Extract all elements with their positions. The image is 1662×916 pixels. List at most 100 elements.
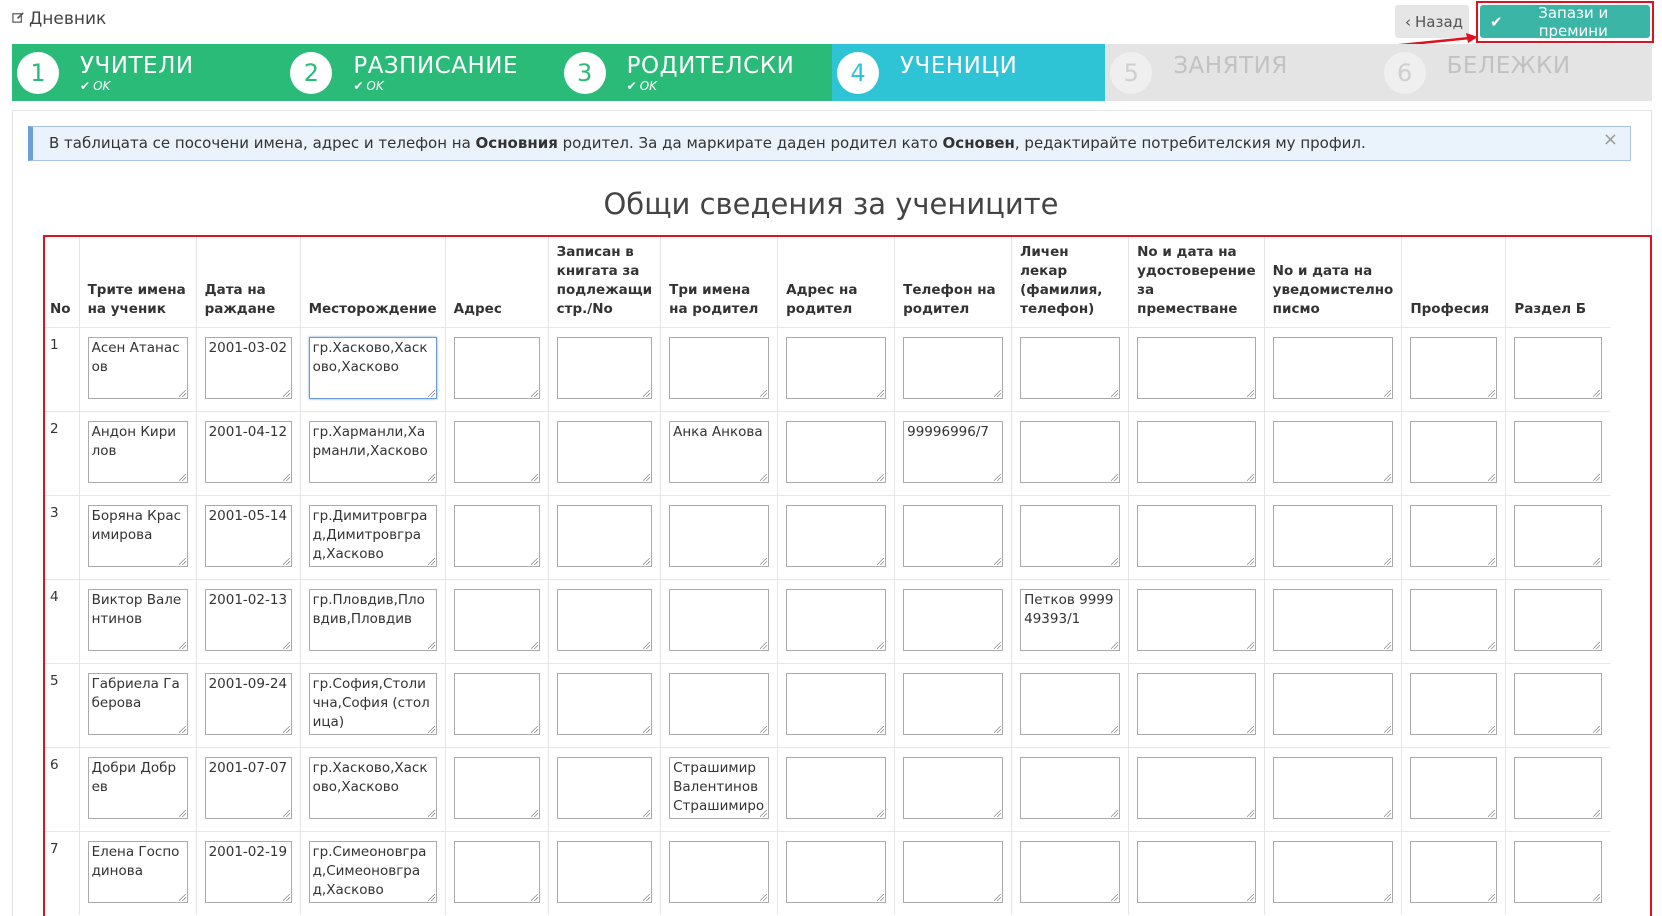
- cell-textarea[interactable]: [669, 840, 770, 903]
- cell-textarea[interactable]: гр.Харманли,Харманли,Хасково: [308, 420, 437, 483]
- cell-textarea[interactable]: [1137, 336, 1256, 399]
- cell-textarea[interactable]: [556, 588, 653, 651]
- close-icon[interactable]: ×: [1603, 129, 1618, 150]
- cell-textarea[interactable]: [1410, 420, 1498, 483]
- cell-textarea[interactable]: [1514, 756, 1602, 819]
- cell-textarea[interactable]: [786, 840, 887, 903]
- cell-textarea[interactable]: [1137, 756, 1256, 819]
- cell-textarea[interactable]: [1514, 588, 1602, 651]
- cell-textarea[interactable]: гр.Хасково,Хасково,Хасково: [308, 336, 437, 399]
- cell-textarea[interactable]: [453, 672, 540, 735]
- cell-textarea[interactable]: [556, 504, 653, 567]
- cell-textarea[interactable]: [1020, 756, 1121, 819]
- cell-textarea[interactable]: Анка Анкова: [669, 420, 770, 483]
- cell-textarea[interactable]: [1020, 840, 1121, 903]
- cell-textarea[interactable]: [1514, 504, 1602, 567]
- cell-textarea[interactable]: [556, 420, 653, 483]
- cell-textarea[interactable]: [903, 756, 1004, 819]
- cell-textarea[interactable]: [556, 840, 653, 903]
- wizard-step-students[interactable]: 4 УЧЕНИЦИ: [831, 44, 1106, 101]
- cell-textarea[interactable]: [1137, 504, 1256, 567]
- cell-textarea[interactable]: [1272, 420, 1394, 483]
- cell-textarea[interactable]: Добри Добрев: [87, 756, 188, 819]
- cell-textarea[interactable]: гр.Пловдив,Пловдив,Пловдив: [308, 588, 437, 651]
- cell-textarea[interactable]: [1514, 840, 1602, 903]
- cell-textarea[interactable]: Боряна Красимирова: [87, 504, 188, 567]
- cell-textarea[interactable]: [1514, 420, 1602, 483]
- cell-textarea[interactable]: [1272, 588, 1394, 651]
- cell-textarea[interactable]: [903, 672, 1004, 735]
- cell-textarea[interactable]: [1020, 420, 1121, 483]
- cell-textarea[interactable]: [453, 420, 540, 483]
- cell-textarea[interactable]: [669, 672, 770, 735]
- cell-textarea[interactable]: [1272, 504, 1394, 567]
- wizard-step-grades[interactable]: 6 БЕЛЕЖКИ: [1378, 44, 1652, 101]
- cell-textarea[interactable]: [1272, 672, 1394, 735]
- cell-textarea[interactable]: 2001-03-02: [204, 336, 292, 399]
- cell-textarea[interactable]: [556, 756, 653, 819]
- save-and-continue-button[interactable]: ✔ Запази и премини: [1480, 4, 1650, 40]
- cell-textarea[interactable]: [1272, 840, 1394, 903]
- cell-textarea[interactable]: 2001-02-19: [204, 840, 292, 903]
- back-button[interactable]: ‹ Назад: [1395, 5, 1469, 38]
- cell-textarea[interactable]: 2001-09-24: [204, 672, 292, 735]
- cell-textarea[interactable]: 2001-07-07: [204, 756, 292, 819]
- cell-textarea[interactable]: [669, 504, 770, 567]
- cell-textarea[interactable]: [786, 672, 887, 735]
- cell-textarea[interactable]: Петков 999949393/1: [1020, 588, 1121, 651]
- cell-textarea[interactable]: [1137, 588, 1256, 651]
- cell-textarea[interactable]: [1272, 756, 1394, 819]
- cell-textarea[interactable]: [556, 672, 653, 735]
- cell-textarea[interactable]: Андон Кирилов: [87, 420, 188, 483]
- cell-textarea[interactable]: [453, 840, 540, 903]
- cell-textarea[interactable]: Виктор Валентинов: [87, 588, 188, 651]
- cell-textarea[interactable]: [1410, 588, 1498, 651]
- cell-textarea[interactable]: гр.Хасково,Хасково,Хасково: [308, 756, 437, 819]
- cell-textarea[interactable]: [903, 840, 1004, 903]
- cell-textarea[interactable]: [786, 420, 887, 483]
- cell-textarea[interactable]: [453, 756, 540, 819]
- cell-textarea[interactable]: [1020, 336, 1121, 399]
- cell-textarea[interactable]: [1020, 504, 1121, 567]
- cell-textarea[interactable]: [1137, 420, 1256, 483]
- cell-textarea[interactable]: [669, 588, 770, 651]
- cell-textarea[interactable]: [1410, 672, 1498, 735]
- cell-textarea[interactable]: [786, 336, 887, 399]
- cell-textarea[interactable]: [1514, 672, 1602, 735]
- cell-textarea[interactable]: Габриела Габерова: [87, 672, 188, 735]
- cell-textarea[interactable]: [786, 504, 887, 567]
- cell-textarea[interactable]: [556, 336, 653, 399]
- cell-textarea[interactable]: 2001-05-14: [204, 504, 292, 567]
- cell-textarea[interactable]: [903, 588, 1004, 651]
- wizard-step-schedule[interactable]: 2 РАЗПИСАНИЕ ✔ OK: [285, 44, 559, 101]
- cell-textarea[interactable]: гр.Симеоновград,Симеоновград,Хасково: [308, 840, 437, 903]
- cell-textarea[interactable]: [453, 588, 540, 651]
- cell-textarea[interactable]: [1410, 336, 1498, 399]
- cell-textarea[interactable]: [453, 504, 540, 567]
- cell-textarea[interactable]: [669, 336, 770, 399]
- cell-textarea[interactable]: [1514, 336, 1602, 399]
- cell-textarea[interactable]: [1137, 840, 1256, 903]
- cell-textarea[interactable]: [1410, 756, 1498, 819]
- cell-textarea[interactable]: [786, 588, 887, 651]
- cell-textarea[interactable]: 99996996/7: [903, 420, 1004, 483]
- cell-textarea[interactable]: Асен Атанасов: [87, 336, 188, 399]
- cell-textarea[interactable]: [1020, 672, 1121, 735]
- cell-textarea[interactable]: Елена Господинова: [87, 840, 188, 903]
- cell-textarea[interactable]: гр.София,Столична,София (столица): [308, 672, 437, 735]
- cell-textarea[interactable]: гр.Димитровград,Димитровград,Хасково: [308, 504, 437, 567]
- cell-textarea[interactable]: [1410, 504, 1498, 567]
- cell-textarea[interactable]: 2001-04-12: [204, 420, 292, 483]
- wizard-step-teachers[interactable]: 1 УЧИТЕЛИ ✔ OK: [12, 44, 286, 101]
- wizard-step-lessons[interactable]: 5 ЗАНЯТИЯ: [1105, 44, 1379, 101]
- cell-textarea[interactable]: [903, 504, 1004, 567]
- cell-textarea[interactable]: 2001-02-13: [204, 588, 292, 651]
- cell-textarea[interactable]: [453, 336, 540, 399]
- cell-textarea[interactable]: [1272, 336, 1394, 399]
- cell-textarea[interactable]: [903, 336, 1004, 399]
- cell-textarea[interactable]: [1410, 840, 1498, 903]
- cell-textarea[interactable]: [786, 756, 887, 819]
- wizard-step-parents[interactable]: 3 РОДИТЕЛСКИ ✔ OK: [558, 44, 832, 101]
- students-table-container[interactable]: No Трите имена на ученик Дата на раждане Ме…: [44, 236, 1647, 916]
- cell-textarea[interactable]: Страшимир Валентинов Страшимиров: [669, 756, 770, 819]
